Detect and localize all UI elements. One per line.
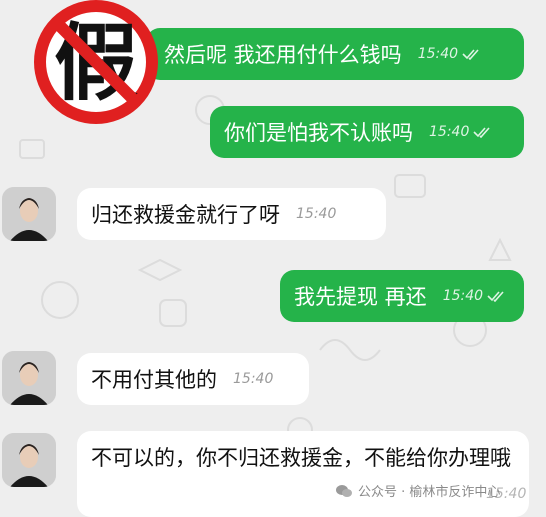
message-text: 归还救援金就行了呀 [91,203,280,227]
message-time: 15:40 [296,206,337,222]
message-text: 然后呢 我还用付什么钱吗 [164,43,402,67]
message-time: 15:40 [429,124,470,140]
contact-avatar[interactable] [2,187,56,241]
person-portrait-icon [2,187,56,241]
message-meta: 15:40 [296,206,336,222]
message-text: 你们是怕我不认账吗 [224,121,413,145]
message-text: 不用付其他的 [91,368,217,392]
message-text: 我先提现 再还 [294,285,427,309]
prohibition-icon: 假 [34,0,158,124]
message-time: 15:40 [417,46,459,62]
message-meta: 15:40 [233,371,273,387]
message-bubble-outgoing[interactable]: 然后呢 我还用付什么钱吗 15:40 [146,28,524,80]
message-meta: 15:40 [443,288,505,304]
message-bubble-incoming[interactable]: 不用付其他的 15:40 [77,353,309,405]
contact-avatar[interactable] [2,351,56,405]
message-text: 不可以的，你不归还救援金，不能给你办理哦 [91,446,511,470]
wechat-icon [336,484,352,497]
message-bubble-incoming[interactable]: 不可以的，你不归还救援金，不能给你办理哦 [77,431,529,517]
message-time: 15:40 [233,371,274,387]
message-bubble-incoming[interactable]: 归还救援金就行了呀 15:40 [77,188,386,240]
fake-warning-stamp: 假 [22,0,170,130]
contact-avatar[interactable] [2,433,56,487]
read-check-icon [473,127,490,138]
person-portrait-icon [2,351,56,405]
message-bubble-outgoing[interactable]: 你们是怕我不认账吗 15:40 [210,106,524,158]
message-bubble-outgoing[interactable]: 我先提现 再还 15:40 [280,270,524,322]
read-check-icon [462,49,479,60]
person-portrait-icon [2,433,56,487]
message-meta: 15:40 [429,124,491,140]
read-check-icon [487,291,504,302]
message-meta: 15:40 [418,46,480,62]
message-time: 15:40 [442,288,484,304]
watermark: 公众号 · 榆林市反诈中心 [336,481,500,500]
watermark-text: 公众号 · 榆林市反诈中心 [358,485,501,500]
